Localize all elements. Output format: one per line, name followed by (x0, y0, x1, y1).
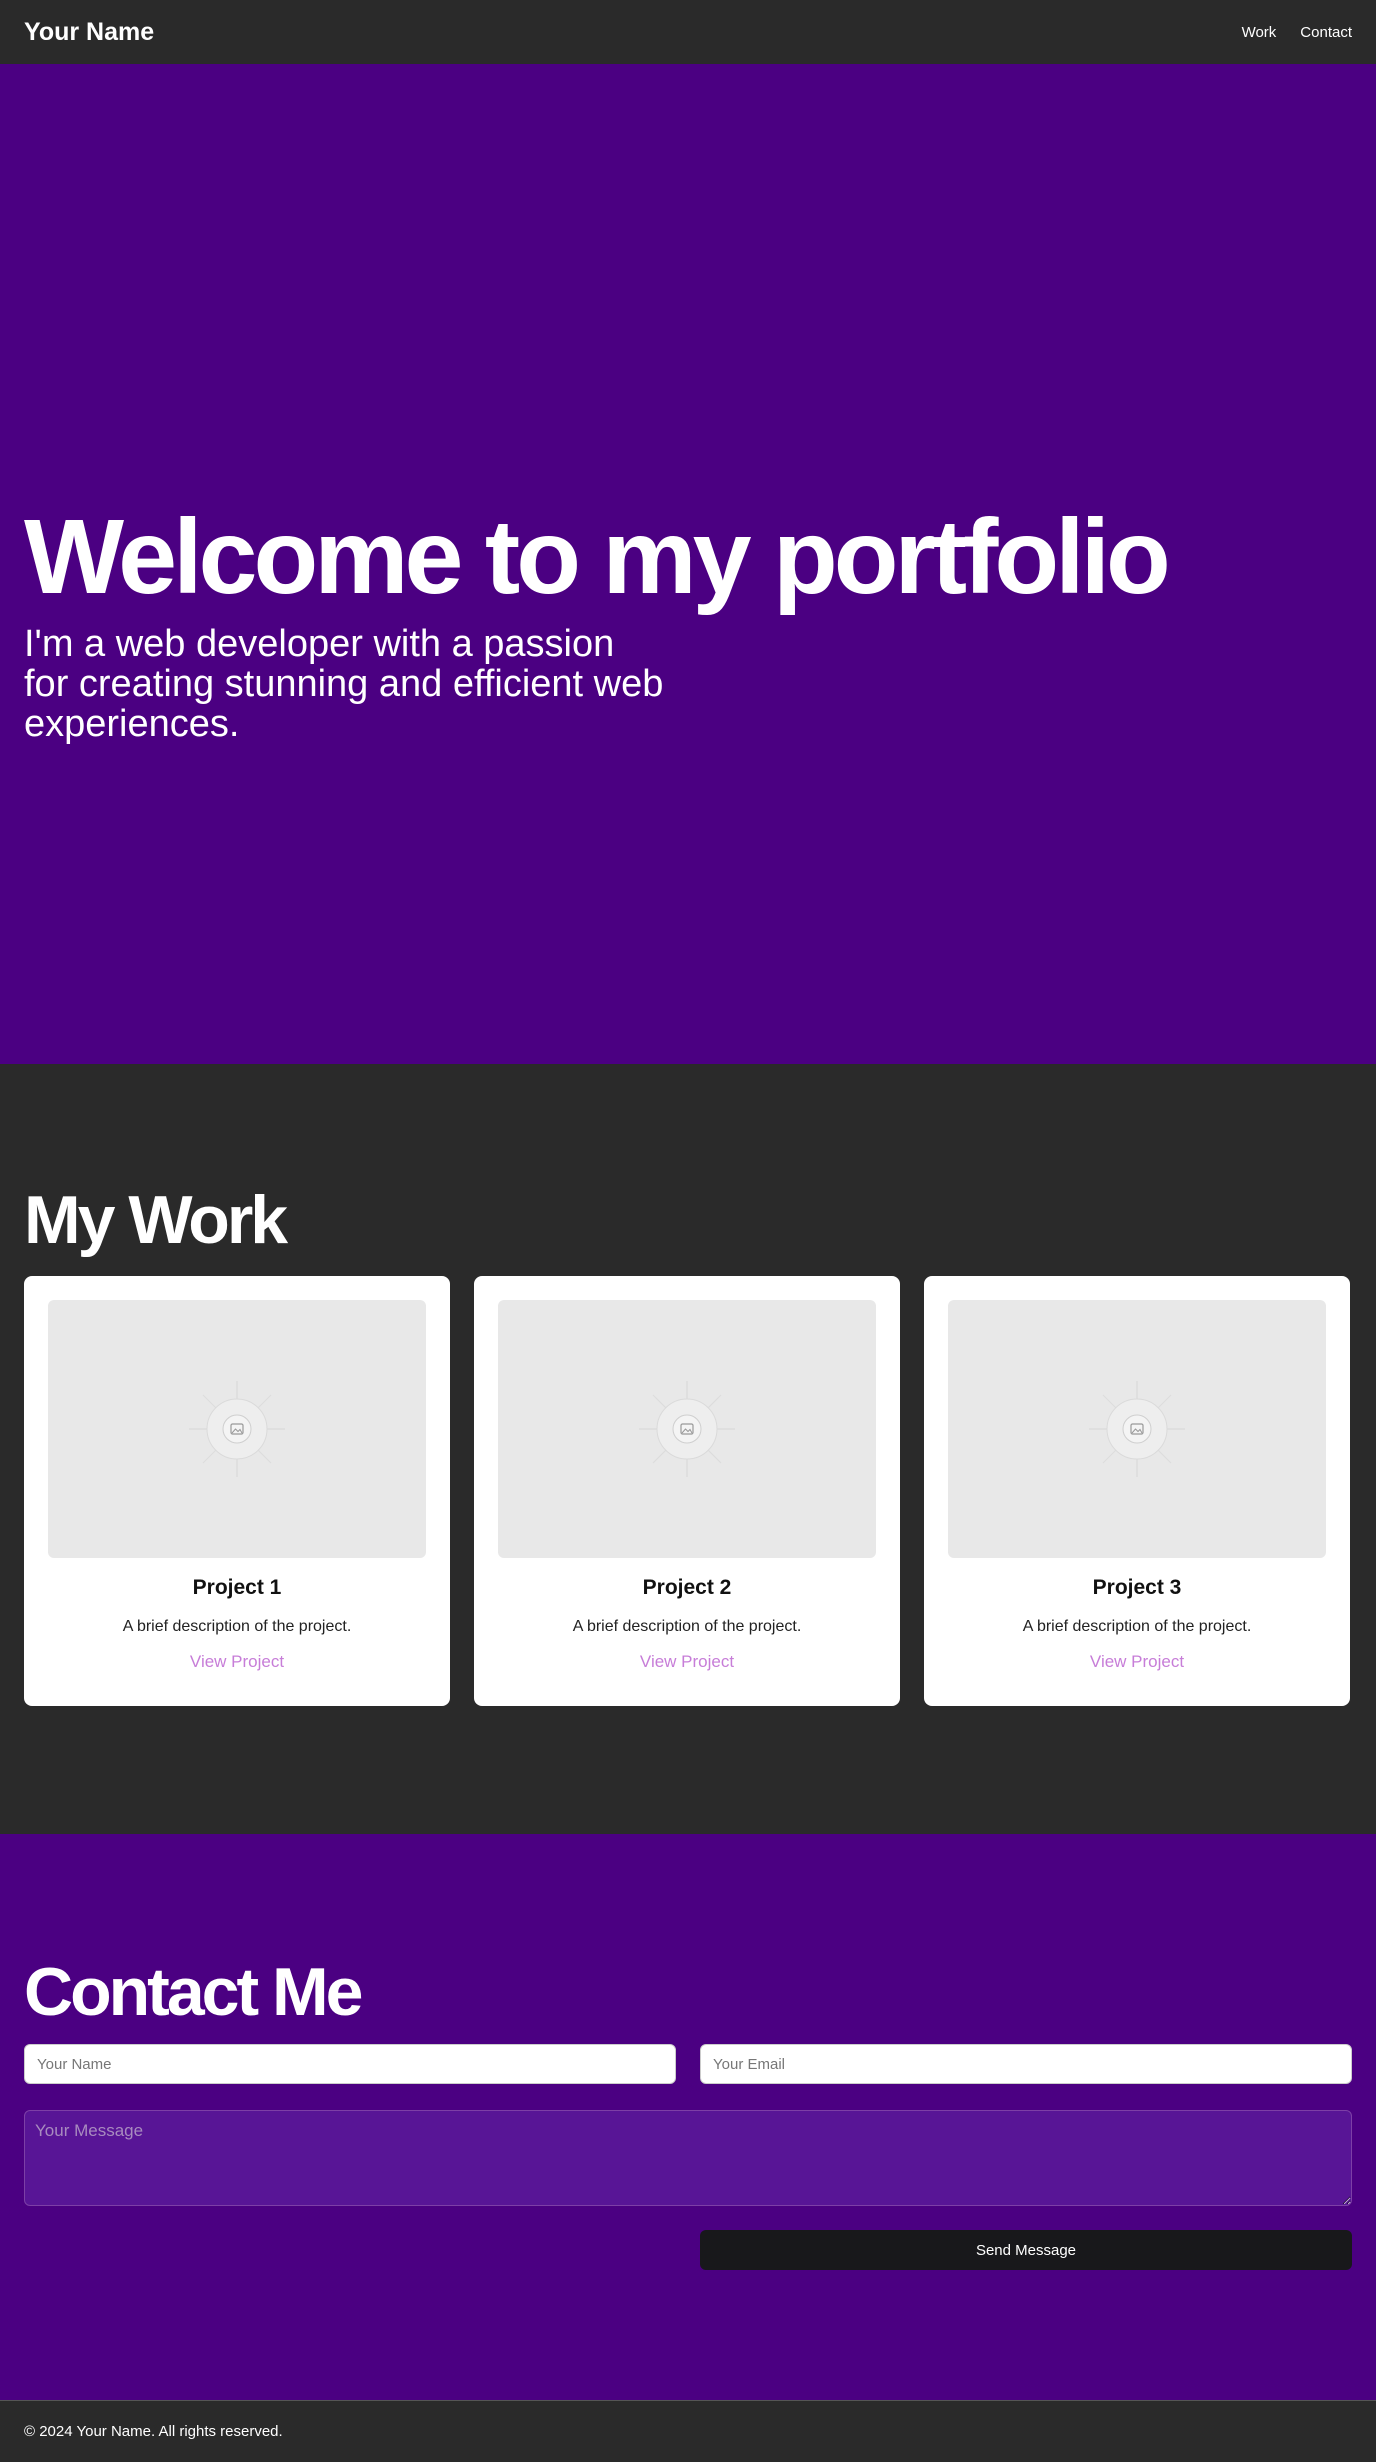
image-placeholder-icon (1089, 1381, 1185, 1477)
project-cards: Project 1 A brief description of the pro… (24, 1276, 1350, 1706)
project-card: Project 2 A brief description of the pro… (474, 1276, 900, 1706)
hero-content: Welcome to my portfolio I'm a web develo… (24, 498, 1171, 745)
name-input[interactable] (24, 2044, 676, 2084)
work-title: My Work (24, 1182, 288, 1258)
hero-section: Welcome to my portfolio I'm a web develo… (0, 64, 1376, 1064)
image-placeholder-icon (639, 1381, 735, 1477)
project-card: Project 3 A brief description of the pro… (924, 1276, 1350, 1706)
contact-title: Contact Me (24, 1954, 363, 2030)
work-section: My Work Project 1 A brief description of… (0, 1064, 1376, 1834)
view-project-link[interactable]: View Project (190, 1652, 284, 1672)
project-title: Project 3 (1092, 1576, 1182, 1599)
message-textarea[interactable] (24, 2110, 1352, 2206)
project-title: Project 1 (192, 1576, 282, 1599)
view-project-link[interactable]: View Project (640, 1652, 734, 1672)
project-thumbnail (48, 1300, 426, 1558)
site-footer: © 2024 Your Name. All rights reserved. (0, 2400, 1376, 2462)
project-thumbnail (498, 1300, 876, 1558)
contact-section: Contact Me Send Message (0, 1834, 1376, 2400)
image-placeholder-icon (189, 1381, 285, 1477)
send-message-button[interactable]: Send Message (700, 2230, 1352, 2270)
project-description: A brief description of the project. (572, 1618, 802, 1635)
copyright-text: © 2024 Your Name. All rights reserved. (24, 2423, 283, 2440)
view-project-link[interactable]: View Project (1090, 1652, 1184, 1672)
main-nav: Work Contact (1242, 24, 1352, 41)
site-header: Your Name Work Contact (0, 0, 1376, 64)
hero-subtitle: I'm a web developer with a passion for c… (24, 623, 664, 745)
site-brand[interactable]: Your Name (24, 18, 154, 47)
nav-link-contact[interactable]: Contact (1300, 24, 1352, 41)
nav-link-work[interactable]: Work (1242, 24, 1277, 41)
project-description: A brief description of the project. (1022, 1618, 1252, 1635)
project-thumbnail (948, 1300, 1326, 1558)
hero-title: Welcome to my portfolio (24, 498, 1171, 616)
project-title: Project 2 (642, 1576, 732, 1599)
project-description: A brief description of the project. (122, 1618, 352, 1635)
project-card: Project 1 A brief description of the pro… (24, 1276, 450, 1706)
email-input[interactable] (700, 2044, 1352, 2084)
